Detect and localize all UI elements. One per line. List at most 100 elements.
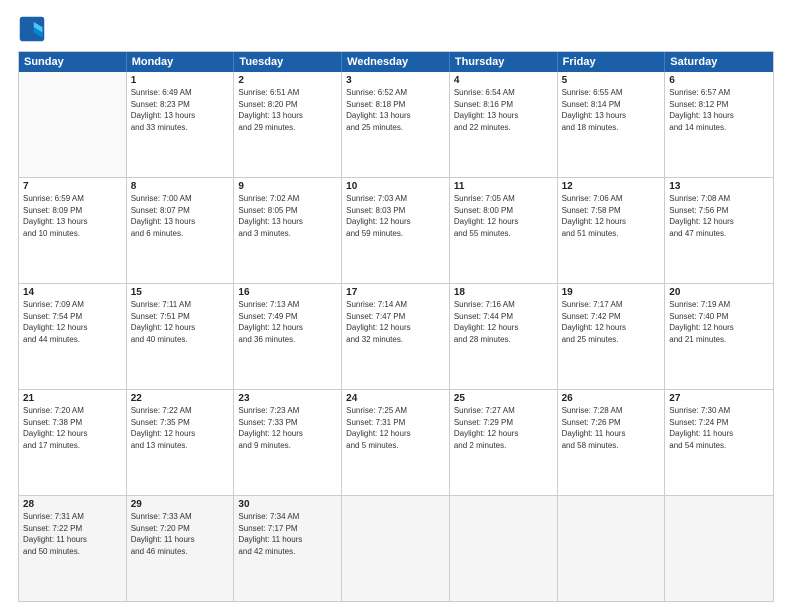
day-info: Sunrise: 7:23 AM Sunset: 7:33 PM Dayligh… — [238, 405, 337, 451]
calendar-row-3: 14Sunrise: 7:09 AM Sunset: 7:54 PM Dayli… — [19, 283, 773, 389]
header-cell-friday: Friday — [558, 52, 666, 72]
day-info: Sunrise: 6:54 AM Sunset: 8:16 PM Dayligh… — [454, 87, 553, 133]
day-number: 15 — [131, 287, 230, 298]
day-cell-4: 4Sunrise: 6:54 AM Sunset: 8:16 PM Daylig… — [450, 72, 558, 177]
day-number: 2 — [238, 75, 337, 86]
header-cell-thursday: Thursday — [450, 52, 558, 72]
day-cell-24: 24Sunrise: 7:25 AM Sunset: 7:31 PM Dayli… — [342, 390, 450, 495]
day-cell-25: 25Sunrise: 7:27 AM Sunset: 7:29 PM Dayli… — [450, 390, 558, 495]
day-number: 23 — [238, 393, 337, 404]
day-info: Sunrise: 7:30 AM Sunset: 7:24 PM Dayligh… — [669, 405, 769, 451]
day-info: Sunrise: 7:27 AM Sunset: 7:29 PM Dayligh… — [454, 405, 553, 451]
calendar: SundayMondayTuesdayWednesdayThursdayFrid… — [18, 51, 774, 602]
day-info: Sunrise: 6:57 AM Sunset: 8:12 PM Dayligh… — [669, 87, 769, 133]
day-cell-23: 23Sunrise: 7:23 AM Sunset: 7:33 PM Dayli… — [234, 390, 342, 495]
day-cell-1: 1Sunrise: 6:49 AM Sunset: 8:23 PM Daylig… — [127, 72, 235, 177]
day-number: 18 — [454, 287, 553, 298]
day-info: Sunrise: 7:05 AM Sunset: 8:00 PM Dayligh… — [454, 193, 553, 239]
day-info: Sunrise: 7:06 AM Sunset: 7:58 PM Dayligh… — [562, 193, 661, 239]
day-cell-3: 3Sunrise: 6:52 AM Sunset: 8:18 PM Daylig… — [342, 72, 450, 177]
day-cell-18: 18Sunrise: 7:16 AM Sunset: 7:44 PM Dayli… — [450, 284, 558, 389]
day-info: Sunrise: 7:22 AM Sunset: 7:35 PM Dayligh… — [131, 405, 230, 451]
day-cell-10: 10Sunrise: 7:03 AM Sunset: 8:03 PM Dayli… — [342, 178, 450, 283]
day-cell-7: 7Sunrise: 6:59 AM Sunset: 8:09 PM Daylig… — [19, 178, 127, 283]
day-cell-19: 19Sunrise: 7:17 AM Sunset: 7:42 PM Dayli… — [558, 284, 666, 389]
day-cell-2: 2Sunrise: 6:51 AM Sunset: 8:20 PM Daylig… — [234, 72, 342, 177]
day-number: 13 — [669, 181, 769, 192]
day-number: 3 — [346, 75, 445, 86]
day-info: Sunrise: 7:16 AM Sunset: 7:44 PM Dayligh… — [454, 299, 553, 345]
day-info: Sunrise: 7:19 AM Sunset: 7:40 PM Dayligh… — [669, 299, 769, 345]
day-info: Sunrise: 6:52 AM Sunset: 8:18 PM Dayligh… — [346, 87, 445, 133]
day-number: 20 — [669, 287, 769, 298]
day-info: Sunrise: 6:55 AM Sunset: 8:14 PM Dayligh… — [562, 87, 661, 133]
day-number: 22 — [131, 393, 230, 404]
day-info: Sunrise: 7:03 AM Sunset: 8:03 PM Dayligh… — [346, 193, 445, 239]
day-cell-empty — [342, 496, 450, 601]
day-info: Sunrise: 7:14 AM Sunset: 7:47 PM Dayligh… — [346, 299, 445, 345]
day-number: 21 — [23, 393, 122, 404]
header-cell-tuesday: Tuesday — [234, 52, 342, 72]
calendar-row-4: 21Sunrise: 7:20 AM Sunset: 7:38 PM Dayli… — [19, 389, 773, 495]
day-number: 17 — [346, 287, 445, 298]
day-cell-5: 5Sunrise: 6:55 AM Sunset: 8:14 PM Daylig… — [558, 72, 666, 177]
header-cell-saturday: Saturday — [665, 52, 773, 72]
day-number: 12 — [562, 181, 661, 192]
day-info: Sunrise: 6:49 AM Sunset: 8:23 PM Dayligh… — [131, 87, 230, 133]
day-number: 28 — [23, 499, 122, 510]
logo — [18, 15, 50, 43]
day-number: 30 — [238, 499, 337, 510]
day-number: 4 — [454, 75, 553, 86]
day-info: Sunrise: 7:20 AM Sunset: 7:38 PM Dayligh… — [23, 405, 122, 451]
day-cell-21: 21Sunrise: 7:20 AM Sunset: 7:38 PM Dayli… — [19, 390, 127, 495]
day-number: 7 — [23, 181, 122, 192]
day-number: 6 — [669, 75, 769, 86]
calendar-row-5: 28Sunrise: 7:31 AM Sunset: 7:22 PM Dayli… — [19, 495, 773, 601]
day-info: Sunrise: 7:28 AM Sunset: 7:26 PM Dayligh… — [562, 405, 661, 451]
day-cell-16: 16Sunrise: 7:13 AM Sunset: 7:49 PM Dayli… — [234, 284, 342, 389]
day-info: Sunrise: 7:34 AM Sunset: 7:17 PM Dayligh… — [238, 511, 337, 557]
day-number: 25 — [454, 393, 553, 404]
day-info: Sunrise: 7:33 AM Sunset: 7:20 PM Dayligh… — [131, 511, 230, 557]
day-cell-28: 28Sunrise: 7:31 AM Sunset: 7:22 PM Dayli… — [19, 496, 127, 601]
day-number: 8 — [131, 181, 230, 192]
day-number: 24 — [346, 393, 445, 404]
day-info: Sunrise: 7:02 AM Sunset: 8:05 PM Dayligh… — [238, 193, 337, 239]
day-info: Sunrise: 7:11 AM Sunset: 7:51 PM Dayligh… — [131, 299, 230, 345]
page: SundayMondayTuesdayWednesdayThursdayFrid… — [0, 0, 792, 612]
day-number: 16 — [238, 287, 337, 298]
header — [18, 15, 774, 43]
calendar-header: SundayMondayTuesdayWednesdayThursdayFrid… — [19, 52, 773, 72]
day-info: Sunrise: 7:13 AM Sunset: 7:49 PM Dayligh… — [238, 299, 337, 345]
day-number: 27 — [669, 393, 769, 404]
day-cell-30: 30Sunrise: 7:34 AM Sunset: 7:17 PM Dayli… — [234, 496, 342, 601]
day-info: Sunrise: 7:25 AM Sunset: 7:31 PM Dayligh… — [346, 405, 445, 451]
day-cell-29: 29Sunrise: 7:33 AM Sunset: 7:20 PM Dayli… — [127, 496, 235, 601]
day-info: Sunrise: 7:17 AM Sunset: 7:42 PM Dayligh… — [562, 299, 661, 345]
day-number: 14 — [23, 287, 122, 298]
day-cell-15: 15Sunrise: 7:11 AM Sunset: 7:51 PM Dayli… — [127, 284, 235, 389]
day-info: Sunrise: 7:00 AM Sunset: 8:07 PM Dayligh… — [131, 193, 230, 239]
day-cell-27: 27Sunrise: 7:30 AM Sunset: 7:24 PM Dayli… — [665, 390, 773, 495]
day-cell-22: 22Sunrise: 7:22 AM Sunset: 7:35 PM Dayli… — [127, 390, 235, 495]
day-info: Sunrise: 7:09 AM Sunset: 7:54 PM Dayligh… — [23, 299, 122, 345]
day-cell-20: 20Sunrise: 7:19 AM Sunset: 7:40 PM Dayli… — [665, 284, 773, 389]
day-number: 1 — [131, 75, 230, 86]
day-cell-26: 26Sunrise: 7:28 AM Sunset: 7:26 PM Dayli… — [558, 390, 666, 495]
day-number: 5 — [562, 75, 661, 86]
calendar-row-2: 7Sunrise: 6:59 AM Sunset: 8:09 PM Daylig… — [19, 177, 773, 283]
day-cell-8: 8Sunrise: 7:00 AM Sunset: 8:07 PM Daylig… — [127, 178, 235, 283]
day-cell-empty — [450, 496, 558, 601]
day-cell-12: 12Sunrise: 7:06 AM Sunset: 7:58 PM Dayli… — [558, 178, 666, 283]
header-cell-monday: Monday — [127, 52, 235, 72]
day-cell-empty — [665, 496, 773, 601]
calendar-row-1: 1Sunrise: 6:49 AM Sunset: 8:23 PM Daylig… — [19, 72, 773, 177]
day-info: Sunrise: 7:08 AM Sunset: 7:56 PM Dayligh… — [669, 193, 769, 239]
day-cell-empty — [558, 496, 666, 601]
day-cell-empty — [19, 72, 127, 177]
day-cell-17: 17Sunrise: 7:14 AM Sunset: 7:47 PM Dayli… — [342, 284, 450, 389]
header-cell-wednesday: Wednesday — [342, 52, 450, 72]
day-info: Sunrise: 6:51 AM Sunset: 8:20 PM Dayligh… — [238, 87, 337, 133]
day-number: 11 — [454, 181, 553, 192]
day-cell-6: 6Sunrise: 6:57 AM Sunset: 8:12 PM Daylig… — [665, 72, 773, 177]
